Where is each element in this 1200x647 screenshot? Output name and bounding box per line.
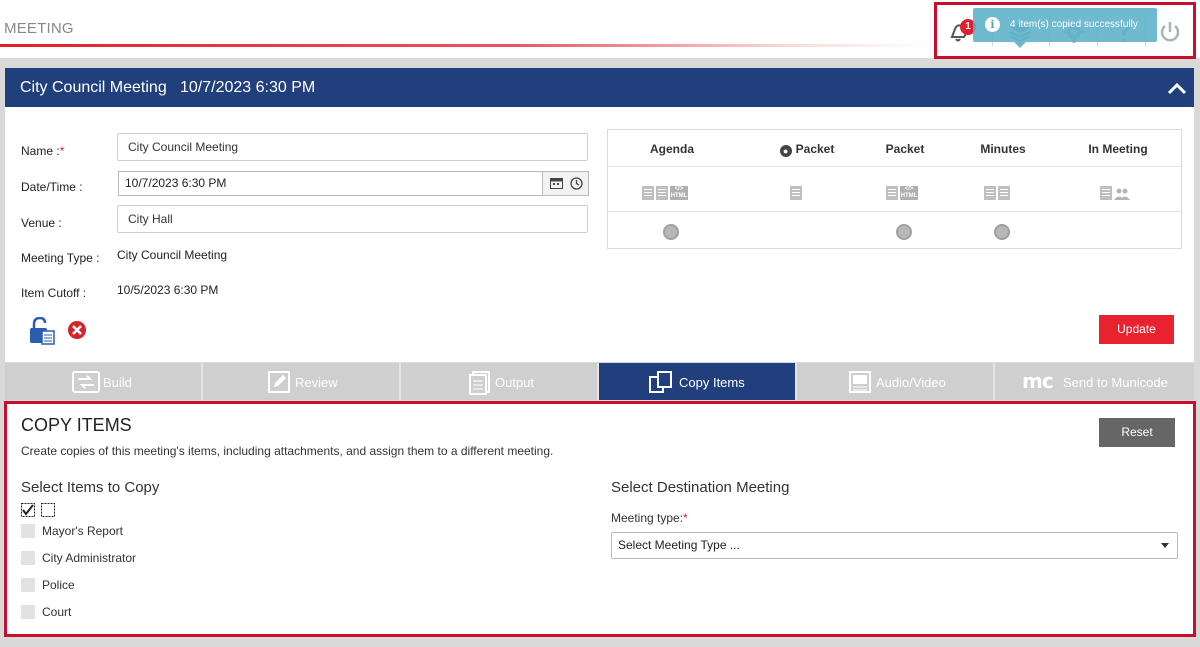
copy-items-panel: COPY ITEMS Create copies of this meeting… (4, 401, 1196, 637)
globe-icon[interactable] (994, 224, 1010, 240)
minutes-output-icons[interactable] (984, 184, 1012, 201)
name-field[interactable]: City Council Meeting (117, 133, 588, 161)
item-label: Mayor's Report (42, 524, 123, 538)
column-header-minutes: Minutes (980, 142, 1026, 156)
column-header-in-meeting: In Meeting (1088, 142, 1148, 156)
table-divider (608, 166, 1181, 167)
datetime-field[interactable]: 10/7/2023 6:30 PM (118, 171, 543, 196)
item-checkbox[interactable] (21, 524, 35, 538)
select-all-icon[interactable] (21, 503, 35, 517)
pdf-doc-icon[interactable] (656, 186, 668, 201)
table-divider (608, 211, 1181, 212)
meeting-header-date: 10/7/2023 6:30 PM (180, 79, 316, 96)
agenda-output-icons[interactable]: </> HTML (642, 184, 688, 201)
tab-copy-items-label: Copy Items (679, 375, 745, 390)
tab-audio-video-label: Audio/Video (876, 375, 946, 390)
tab-build[interactable]: Build (5, 363, 203, 400)
word-doc-icon[interactable] (984, 186, 996, 201)
meeting-card-header: City Council Meeting 10/7/2023 6:30 PM (5, 68, 1194, 107)
name-label: Name :* (21, 144, 64, 158)
destination-heading: Select Destination Meeting (611, 479, 790, 496)
meeting-type-select-label: Meeting type:* (611, 511, 688, 525)
meeting-type-select-value: Select Meeting Type ... (618, 538, 740, 552)
meeting-tabs: Build Review Output Copy Items Audio/Vid… (5, 363, 1194, 400)
packet-doc-icon[interactable] (790, 186, 802, 201)
lock-badge-icon: ● (779, 145, 792, 157)
item-checkbox[interactable] (21, 605, 35, 619)
toolbar-highlight-frame (934, 2, 1196, 59)
in-meeting-icons[interactable] (1100, 184, 1130, 201)
select-none-icon[interactable] (41, 503, 55, 517)
html-icon[interactable]: </> HTML (670, 186, 688, 201)
top-bar: MEETING 1 i 4 item(s) copied successfull… (0, 0, 1200, 59)
meeting-type-value: City Council Meeting (117, 248, 228, 262)
update-button[interactable]: Update (1099, 315, 1174, 344)
meeting-type-select-label-text: Meeting type: (611, 511, 684, 525)
html-icon[interactable]: </> HTML (900, 186, 918, 201)
column-header-agenda: Agenda (649, 142, 694, 156)
venue-label: Venue : (21, 216, 62, 230)
name-label-text: Name : (21, 144, 60, 158)
tab-review[interactable]: Review (203, 363, 401, 400)
private-packet-icon[interactable] (790, 184, 804, 201)
tab-send-to-municode[interactable]: mc Send to Municode (995, 363, 1194, 400)
chevron-down-icon (1161, 543, 1169, 548)
item-cutoff-label: Item Cutoff : (21, 286, 87, 300)
pdf-doc-icon[interactable] (998, 186, 1010, 201)
packet-doc-icon[interactable] (886, 186, 898, 201)
word-doc-icon[interactable] (642, 186, 654, 201)
app-title: MEETING (4, 20, 74, 37)
item-label: City Administrator (42, 551, 137, 565)
item-label: Police (42, 578, 75, 592)
datetime-picker-buttons (542, 171, 589, 196)
required-marker: * (59, 144, 65, 158)
document-icon (469, 371, 493, 395)
municode-logo-icon: mc (1022, 369, 1054, 393)
meeting-card: City Council Meeting 10/7/2023 6:30 PM N… (5, 68, 1194, 362)
tab-build-label: Build (103, 375, 132, 390)
globe-icon[interactable] (663, 224, 679, 240)
calendar-icon[interactable] (550, 177, 563, 189)
copy-icon (649, 371, 673, 393)
packet-output-icons[interactable]: </> HTML (886, 184, 918, 201)
meeting-type-label: Meeting Type : (21, 251, 100, 265)
tab-audio-video[interactable]: Audio/Video (797, 363, 995, 400)
clock-icon[interactable] (570, 177, 583, 190)
users-icon[interactable] (1114, 187, 1130, 201)
copy-items-description: Create copies of this meeting's items, i… (21, 444, 554, 458)
item-cutoff-value: 10/5/2023 6:30 PM (117, 283, 219, 297)
tab-output-label: Output (495, 375, 535, 390)
video-icon (849, 371, 873, 393)
required-marker: * (683, 511, 688, 525)
datetime-label: Date/Time : (21, 180, 83, 194)
column-header-packet-private-label: Packet (795, 142, 835, 156)
edit-icon (268, 371, 292, 393)
select-items-heading: Select Items to Copy (21, 479, 160, 496)
meeting-header-title: City Council Meeting (20, 79, 167, 96)
globe-icon[interactable] (896, 224, 912, 240)
delete-icon[interactable] (67, 320, 87, 340)
item-checkbox[interactable] (21, 578, 35, 592)
build-icon (72, 371, 100, 393)
venue-field[interactable]: City Hall (117, 205, 588, 233)
chevron-up-icon[interactable] (1167, 80, 1187, 96)
unlock-icon[interactable] (29, 316, 55, 345)
meeting-type-select[interactable]: Select Meeting Type ... (611, 532, 1178, 559)
column-header-packet-private: ● Packet (752, 142, 862, 157)
item-label: Court (42, 605, 72, 619)
tab-output[interactable]: Output (401, 363, 599, 400)
tab-copy-items[interactable]: Copy Items (599, 363, 797, 400)
title-underline (0, 44, 935, 47)
item-checkbox[interactable] (21, 551, 35, 565)
copy-items-title: COPY ITEMS (21, 415, 132, 435)
tab-send-to-municode-label: Send to Municode (1063, 375, 1168, 390)
output-status-table: Agenda ● Packet Packet Minutes In Meeting… (607, 129, 1182, 249)
doc-icon[interactable] (1100, 186, 1112, 201)
column-header-packet: Packet (885, 142, 925, 156)
reset-button[interactable]: Reset (1099, 418, 1175, 447)
tab-review-label: Review (295, 375, 338, 390)
